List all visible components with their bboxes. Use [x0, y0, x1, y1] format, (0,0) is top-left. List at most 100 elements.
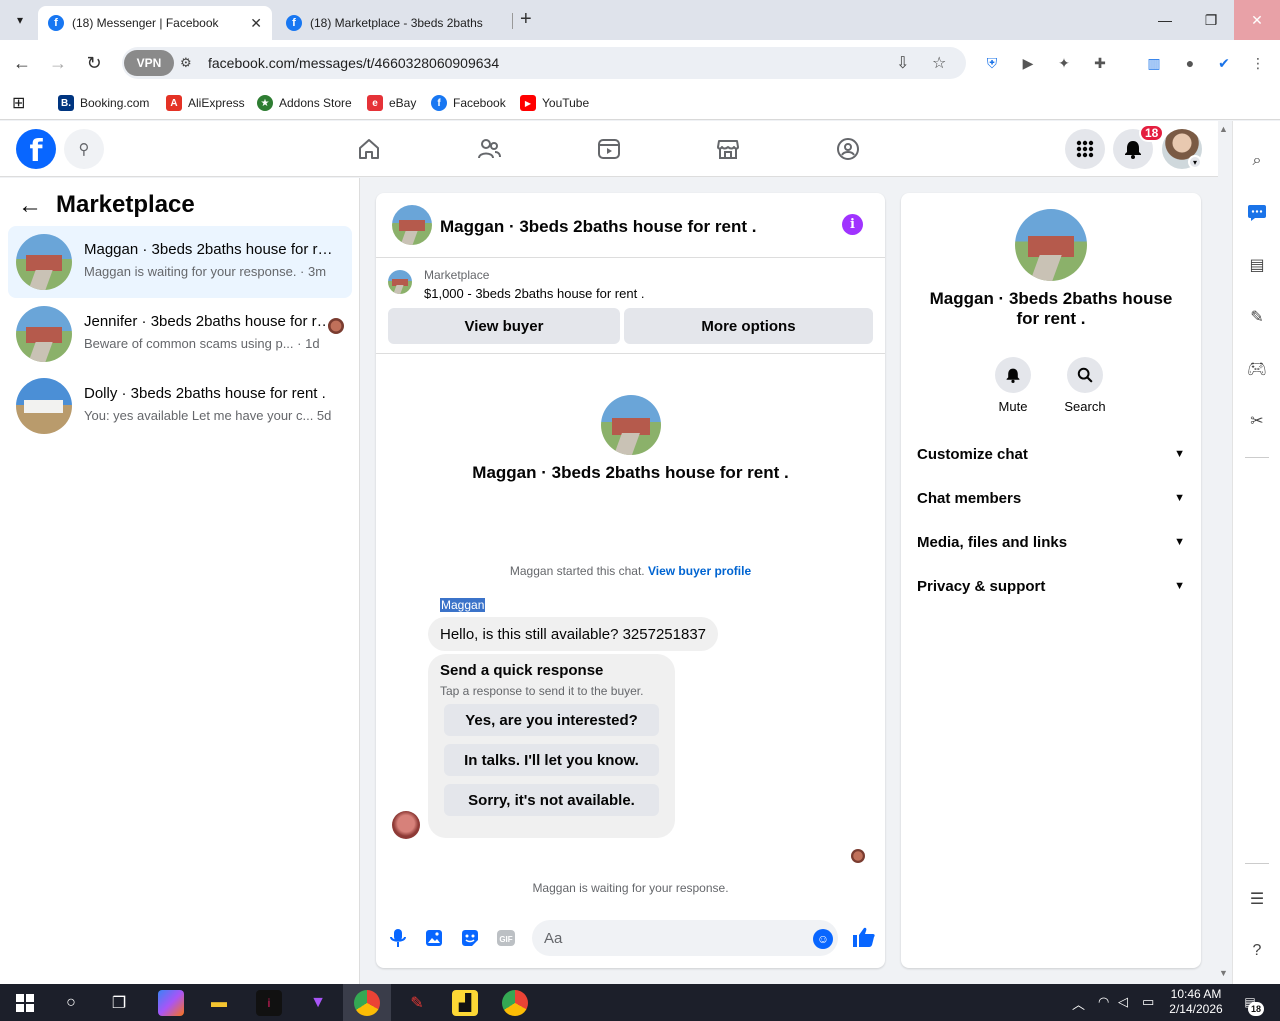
help-icon[interactable]: ? [1245, 939, 1269, 963]
chat-bubble-icon[interactable] [1245, 201, 1269, 225]
chevron-down-icon[interactable]: ▾ [1188, 155, 1202, 169]
customize-chat-section[interactable]: Customize chat ▼ [917, 442, 1185, 466]
forward-icon[interactable]: → [46, 51, 70, 75]
conversation-item-maggan[interactable]: Maggan · 3beds 2baths house for rent . M… [8, 226, 352, 298]
scroll-down-arrow-icon[interactable]: ▼ [1219, 968, 1228, 978]
games-icon[interactable]: 🎮︎ [1245, 357, 1269, 381]
system-clock[interactable]: 10:46 AM 2/14/2026 [1164, 987, 1228, 1017]
security-check-icon[interactable]: ✔ [1214, 53, 1234, 73]
bookmark-aliexpress[interactable]: A AliExpress [166, 92, 245, 114]
conversation-item-dolly[interactable]: Dolly · 3beds 2baths house for rent . Yo… [8, 370, 352, 442]
url-text[interactable]: facebook.com/messages/t/4660328060909634 [208, 55, 499, 71]
quick-response-button[interactable]: Sorry, it's not available. [444, 784, 659, 816]
view-buyer-profile-link[interactable]: View buyer profile [648, 564, 751, 578]
message-input[interactable] [532, 920, 838, 956]
search-icon[interactable]: ⚲ [64, 129, 104, 169]
browser-menu-icon[interactable]: ⋮ [1248, 53, 1268, 73]
thumbs-up-icon[interactable] [852, 926, 876, 954]
reload-icon[interactable]: ↻ [82, 51, 106, 75]
bookmark-facebook[interactable]: f Facebook [431, 92, 506, 114]
windows-start-icon[interactable] [12, 990, 38, 1016]
notes-icon[interactable]: ✎ [1245, 305, 1269, 329]
conversation-item-jennifer[interactable]: Jennifer · 3beds 2baths house for rent .… [8, 298, 352, 370]
facebook-logo-icon[interactable]: f [16, 129, 56, 169]
listing-price-title[interactable]: $1,000 - 3beds 2baths house for rent . [424, 286, 644, 301]
chat-avatar[interactable] [392, 205, 432, 245]
back-arrow-icon[interactable]: ← [18, 192, 42, 220]
quick-response-button[interactable]: In talks. I'll let you know. [444, 744, 659, 776]
gif-icon[interactable]: GIF [495, 927, 517, 949]
volume-icon[interactable]: ◁ [1118, 994, 1128, 1010]
app-icon[interactable]: i [256, 990, 282, 1016]
privacy-support-section[interactable]: Privacy & support ▼ [917, 574, 1185, 598]
wifi-icon[interactable]: ◠ [1098, 994, 1109, 1010]
minimize-icon[interactable]: — [1142, 0, 1188, 40]
visual-search-icon[interactable]: ⌕ [1245, 149, 1269, 173]
file-explorer-icon[interactable]: ▬ [206, 990, 232, 1016]
emoji-icon[interactable]: ☺ [813, 929, 833, 949]
reading-list-icon[interactable]: ▤ [1245, 253, 1269, 277]
bookmark-addons-store[interactable]: ★ Addons Store [257, 92, 352, 114]
info-icon[interactable]: i [842, 214, 863, 235]
chrome-browser-icon[interactable] [354, 990, 380, 1016]
more-options-button[interactable]: More options [624, 308, 873, 344]
bell-icon[interactable] [995, 357, 1031, 393]
bookmark-star-icon[interactable]: ☆ [932, 53, 946, 73]
video-extension-icon[interactable]: ▶ [1018, 53, 1038, 73]
restore-icon[interactable]: ❐ [1188, 0, 1234, 40]
customize-sliders-icon[interactable]: ☰ [1245, 887, 1269, 911]
gear-extension-icon[interactable]: ✦ [1054, 53, 1074, 73]
new-tab-icon[interactable]: + [520, 9, 532, 29]
sticky-notes-icon[interactable]: ▟ [452, 990, 478, 1016]
section-label: Privacy & support [917, 577, 1046, 595]
back-icon[interactable]: ← [10, 51, 34, 75]
mute-action[interactable]: Mute [983, 357, 1043, 414]
bookmark-booking[interactable]: B. Booking.com [58, 92, 149, 114]
close-tab-icon[interactable]: ✕ [250, 15, 262, 32]
home-icon[interactable] [353, 133, 385, 165]
tab-messenger[interactable]: f (18) Messenger | Facebook ✕ [38, 6, 272, 40]
bookmark-youtube[interactable]: ▶ YouTube [520, 92, 589, 114]
tools-icon[interactable]: ✂ [1245, 409, 1269, 433]
shield-extension-icon[interactable]: ⛨ [982, 53, 1002, 73]
scroll-up-arrow-icon[interactable]: ▲ [1219, 124, 1228, 134]
view-buyer-button[interactable]: View buyer [388, 308, 620, 344]
chat-members-section[interactable]: Chat members ▼ [917, 486, 1185, 510]
tab-search-chevron-icon[interactable]: ▾ [8, 8, 32, 32]
menu-grid-icon[interactable] [1065, 129, 1105, 169]
apps-grid-icon[interactable]: ⊞ [12, 92, 25, 114]
media-files-links-section[interactable]: Media, files and links ▼ [917, 530, 1185, 554]
chat-started-notice: Maggan started this chat. View buyer pro… [376, 564, 885, 578]
site-settings-icon[interactable]: ⚙ [180, 55, 192, 71]
groups-icon[interactable] [832, 133, 864, 165]
window-close-icon[interactable]: ✕ [1234, 0, 1280, 40]
profile-icon[interactable]: ● [1180, 53, 1200, 73]
omnibox[interactable]: VPN ⚙ facebook.com/messages/t/4660328060… [122, 47, 966, 79]
search-icon[interactable] [1067, 357, 1103, 393]
tab-marketplace[interactable]: f (18) Marketplace - 3beds 2baths [276, 6, 508, 40]
chrome-profile-icon[interactable] [502, 990, 528, 1016]
task-view-icon[interactable]: ❐ [106, 990, 132, 1016]
marketplace-icon[interactable] [712, 133, 744, 165]
photo-icon[interactable] [423, 927, 445, 949]
sender-avatar[interactable] [392, 811, 420, 839]
friends-icon[interactable] [473, 133, 505, 165]
tray-expand-icon[interactable]: ︿ [1072, 994, 1085, 1013]
microphone-icon[interactable] [387, 927, 409, 949]
search-circle-icon[interactable]: ○ [58, 990, 84, 1016]
search-action[interactable]: Search [1055, 357, 1115, 414]
sidebar-toggle-icon[interactable]: ▥ [1144, 53, 1164, 73]
vpn-app-icon[interactable]: ▼ [305, 990, 331, 1016]
extensions-puzzle-icon[interactable]: ✚ [1090, 53, 1110, 73]
copilot-icon[interactable] [158, 990, 184, 1016]
bookmark-ebay[interactable]: e eBay [367, 92, 416, 114]
video-icon[interactable] [593, 133, 625, 165]
paint-app-icon[interactable]: ✎ [404, 990, 430, 1016]
sticker-icon[interactable] [459, 927, 481, 949]
vpn-button[interactable]: VPN [124, 50, 174, 76]
install-app-icon[interactable]: ⇩ [896, 53, 909, 73]
battery-icon[interactable]: ▭ [1142, 994, 1154, 1010]
listing-thumbnail[interactable] [388, 270, 412, 294]
chat-title[interactable]: Maggan · 3beds 2baths house for rent . [440, 217, 756, 237]
quick-response-button[interactable]: Yes, are you interested? [444, 704, 659, 736]
